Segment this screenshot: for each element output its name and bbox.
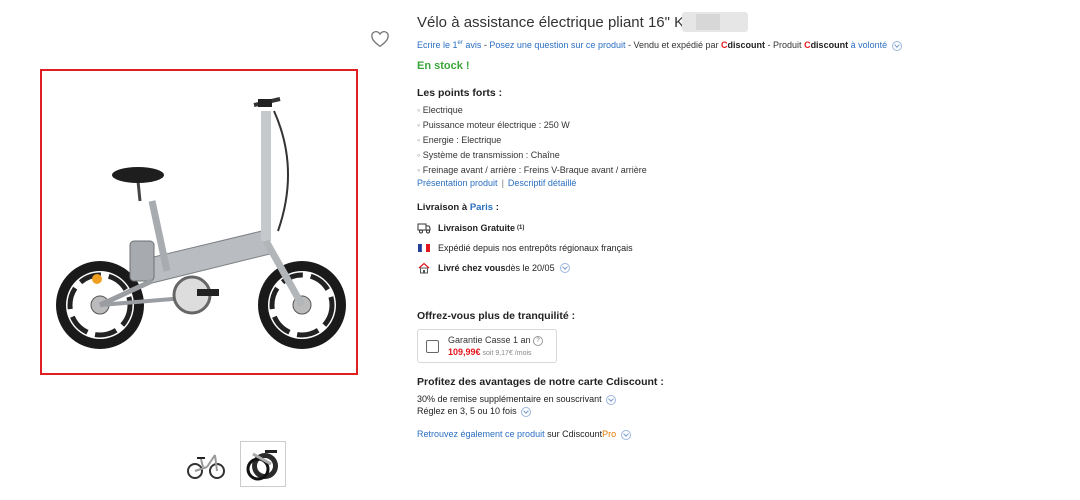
warranty-section-title: Offrez-vous plus de tranquilité : [417, 310, 576, 322]
product-title: Vélo à assistance électrique pliant 16" … [417, 14, 685, 31]
warranty-checkbox[interactable] [426, 340, 439, 353]
list-item: Freinage avant / arrière : Freins V-Braq… [417, 163, 647, 178]
chevron-down-icon[interactable] [620, 429, 631, 440]
chevron-down-icon[interactable] [521, 406, 532, 417]
free-delivery-row: Livraison Gratuite (1) [417, 222, 524, 234]
thumbnail-2[interactable] [240, 441, 286, 487]
write-review-link[interactable]: Ecrire le 1er avis [417, 40, 481, 50]
volonte-link[interactable]: à volonté [848, 40, 888, 50]
ask-question-link[interactable]: Posez une question sur ce produit [489, 40, 625, 50]
highlights-title: Les points forts : [417, 87, 503, 99]
brand-rest: discount [727, 40, 766, 50]
card-benefit-2: Réglez en 3, 5 ou 10 fois [417, 406, 532, 417]
list-item: Electrique [417, 103, 647, 118]
main-product-image[interactable] [40, 69, 358, 375]
product-meta-row: Ecrire le 1er avis - Posez une question … [417, 40, 902, 51]
seller-text: - Vendu et expédié par [625, 40, 722, 50]
stock-status: En stock ! [417, 60, 470, 72]
chevron-down-icon[interactable] [559, 263, 570, 273]
redacted-title-mask [682, 12, 748, 32]
thumbnail-folded-bike-icon [246, 450, 278, 481]
thumbnail-1[interactable] [183, 441, 229, 487]
pro-link[interactable]: Retrouvez également ce produit [417, 429, 545, 439]
chevron-down-icon[interactable] [891, 40, 902, 51]
warranty-option[interactable]: Garantie Casse 1 an ? 109,99€ soit 9,17€… [417, 329, 557, 363]
card-benefit-1: 30% de remise supplémentaire en souscriv… [417, 394, 617, 405]
card-section-title: Profitez des avantages de notre carte Cd… [417, 376, 664, 388]
folding-bike-illustration [56, 97, 346, 349]
delivery-city-link[interactable]: Paris [470, 202, 493, 213]
highlights-list: Electrique Puissance moteur électrique :… [417, 103, 647, 178]
list-item: Système de transmission : Chaîne [417, 148, 647, 163]
chevron-down-icon[interactable] [606, 394, 617, 405]
delivery-title: Livraison à Paris : [417, 202, 499, 213]
shipped-from-row: Expédié depuis nos entrepôts régionaux f… [417, 242, 633, 254]
heart-icon[interactable] [370, 30, 390, 48]
cdiscount-pro-row: Retrouvez également ce produit sur Cdisc… [417, 429, 631, 440]
list-item: Puissance moteur électrique : 250 W [417, 118, 647, 133]
presentation-links: Présentation produit | Descriptif détaillé [417, 178, 577, 188]
france-flag-icon [418, 243, 430, 253]
warranty-label: Garantie Casse 1 an ? [448, 335, 544, 346]
list-item: Energie : Electrique [417, 133, 647, 148]
house-icon [418, 262, 430, 274]
presentation-link[interactable]: Présentation produit [417, 178, 498, 188]
warranty-price: 109,99€ soit 9,17€ /mois [448, 347, 532, 357]
thumbnail-bike-icon [187, 454, 225, 479]
descriptif-link[interactable]: Descriptif détaillé [508, 178, 577, 188]
delivery-date-row: Livré chez vous dès le 20/05 [417, 262, 570, 274]
truck-icon [417, 223, 431, 234]
help-icon[interactable]: ? [533, 335, 544, 346]
